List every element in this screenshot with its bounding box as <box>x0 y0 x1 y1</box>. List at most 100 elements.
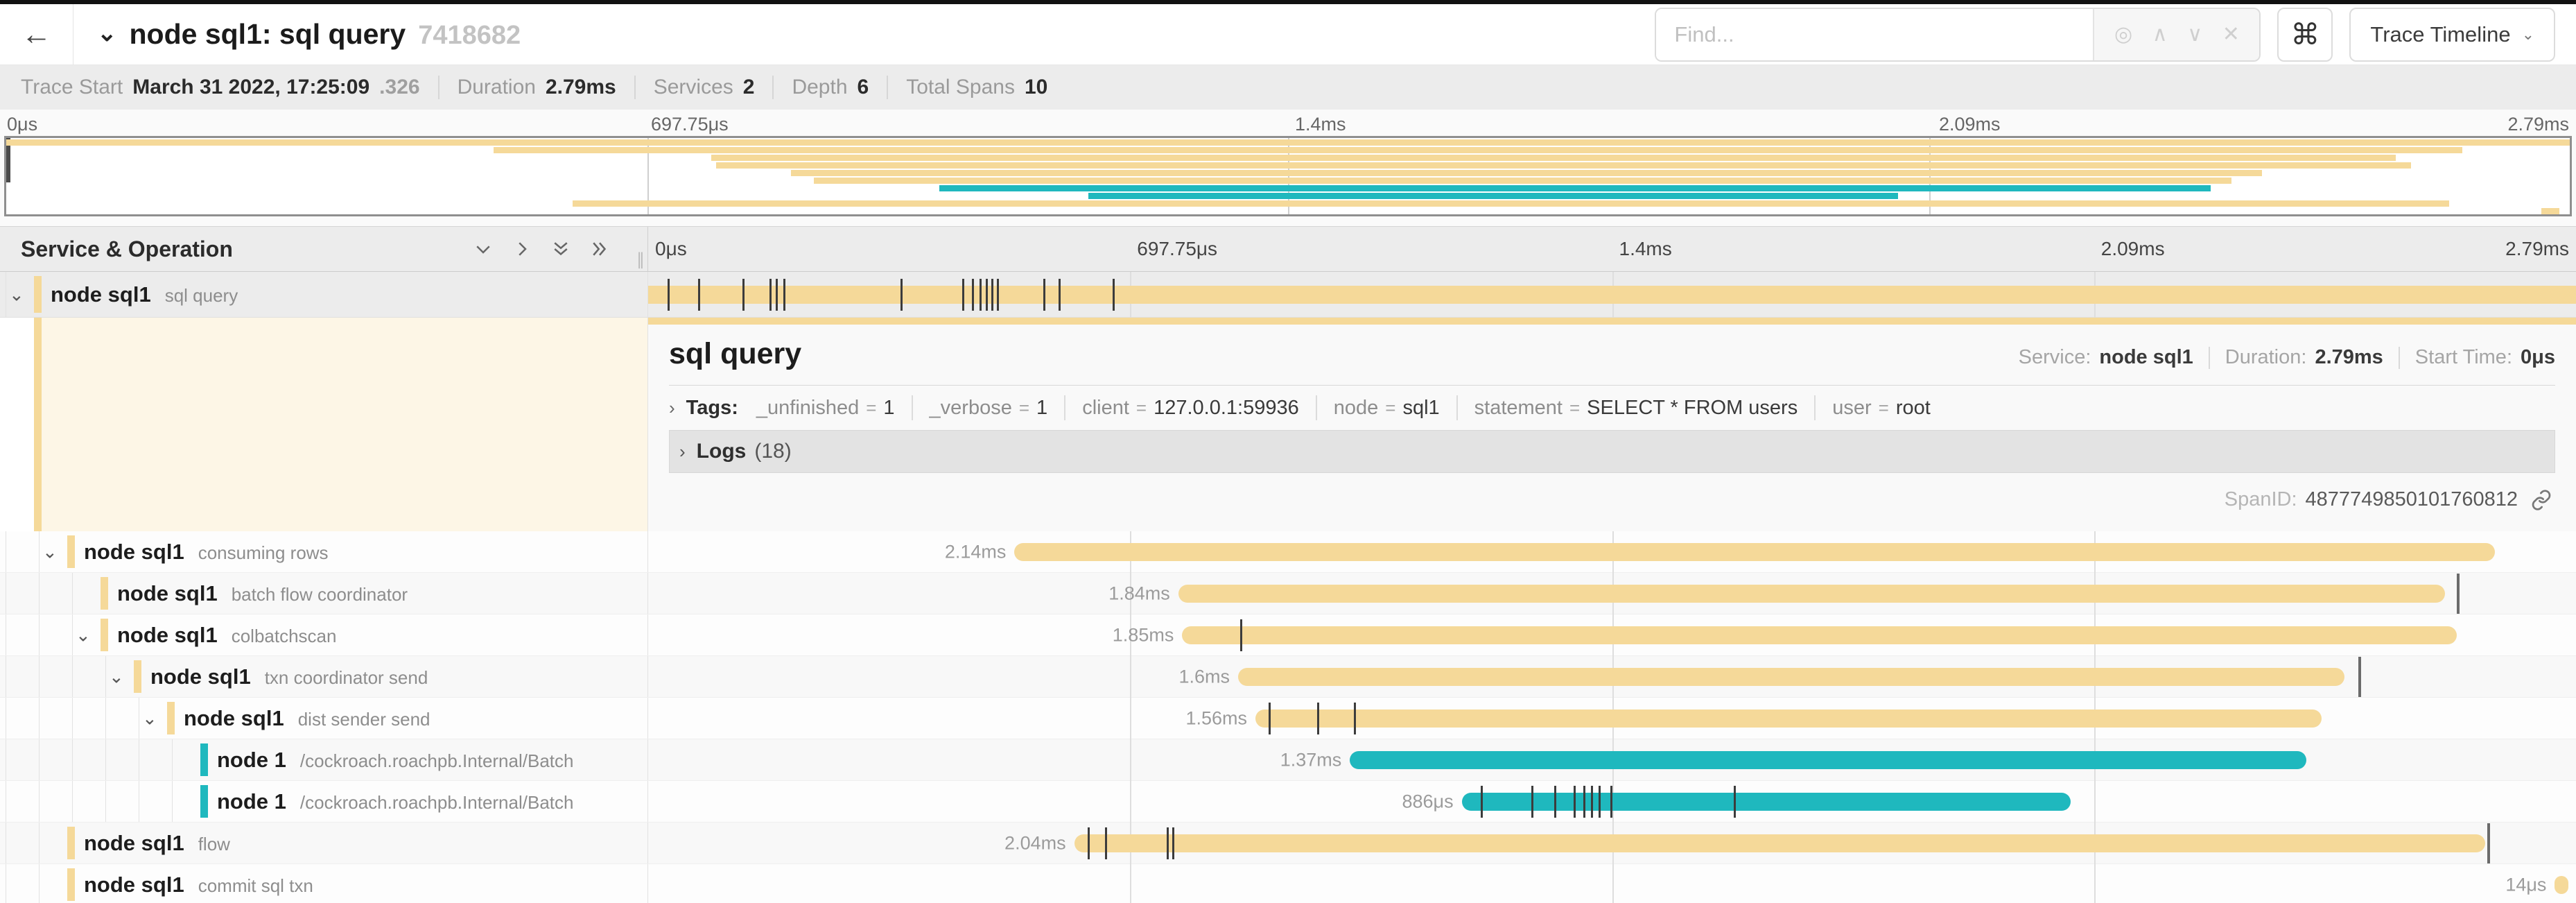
log-tick-mark <box>668 279 670 311</box>
log-tick-mark <box>1317 703 1319 734</box>
span-bar[interactable] <box>1178 585 2445 603</box>
span-row-name-cell[interactable]: ⌄node sql1sql query <box>0 272 648 317</box>
span-row-timeline-cell[interactable]: 1.56ms <box>648 698 2576 739</box>
service-name: node sql1batch flow coordinator <box>117 581 408 606</box>
span-bar[interactable] <box>2555 876 2568 894</box>
tag-equals: = <box>1569 397 1580 419</box>
find-input[interactable] <box>1656 9 2093 60</box>
span-bar[interactable] <box>1074 834 2486 852</box>
logs-label: Logs <box>697 440 747 463</box>
tree-indent-guide <box>72 698 73 739</box>
timeline-minimap: 0μs697.75μs1.4ms2.09ms2.79ms <box>0 110 2576 226</box>
find-target-icon[interactable]: ◎ <box>2114 22 2132 46</box>
minimap-span-bar <box>716 162 2410 169</box>
span-row-name-cell[interactable]: node sql1batch flow coordinator <box>0 573 648 614</box>
collapse-one-icon[interactable] <box>473 239 494 259</box>
info-label: Duration <box>458 76 536 99</box>
span-row-name-cell[interactable]: ⌄node sql1colbatchscan <box>0 614 648 655</box>
span-row-timeline-cell[interactable]: 1.84ms <box>648 573 2576 614</box>
span-table-header: Service & Operation ∥ 0μs697.75μs1.4ms2.… <box>0 226 2576 272</box>
trace-view-selector[interactable]: Trace Timeline ⌄ <box>2349 8 2555 62</box>
span-bar[interactable] <box>1238 668 2344 686</box>
expand-all-icon[interactable] <box>589 239 610 259</box>
span-row-name-cell[interactable]: node 1/cockroach.roachpb.Internal/Batch <box>0 781 648 822</box>
span-bar[interactable] <box>1462 793 2071 811</box>
minimap-canvas[interactable] <box>4 136 2572 216</box>
span-row[interactable]: ⌄node sql1sql query <box>0 272 2576 318</box>
span-end-tick <box>2457 574 2460 614</box>
span-id-label: SpanID: <box>2225 488 2297 511</box>
span-row-name-cell[interactable]: node sql1flow <box>0 823 648 863</box>
span-row[interactable]: node sql1commit sql txn14μs <box>0 864 2576 903</box>
tags-row[interactable]: ›Tags:_unfinished=1_verbose=1client=127.… <box>669 386 2555 430</box>
meta-label: Start Time: <box>2415 346 2512 369</box>
span-bar[interactable] <box>1350 751 2306 769</box>
row-collapse-icon[interactable]: ⌄ <box>76 624 91 646</box>
meta-separator <box>2399 347 2400 369</box>
tree-indent-guide <box>105 656 106 697</box>
span-row-name-cell[interactable]: ⌄node sql1dist sender send <box>0 698 648 739</box>
span-row[interactable]: ⌄node sql1dist sender send1.56ms <box>0 698 2576 739</box>
operation-name: /cockroach.roachpb.Internal/Batch <box>300 750 574 771</box>
span-row-name-cell[interactable]: node 1/cockroach.roachpb.Internal/Batch <box>0 739 648 780</box>
row-collapse-icon[interactable]: ⌄ <box>109 666 124 687</box>
row-collapse-icon[interactable]: ⌄ <box>42 541 58 562</box>
find-clear-icon[interactable]: ✕ <box>2222 22 2240 46</box>
span-bar[interactable] <box>648 286 2576 304</box>
span-row[interactable]: node sql1flow2.04ms <box>0 823 2576 864</box>
minimap-span-bar <box>939 185 2211 191</box>
minimap-tick-labels: 0μs697.75μs1.4ms2.09ms2.79ms <box>0 110 2576 136</box>
tag-value: 1 <box>1036 397 1047 420</box>
log-tick-mark <box>1113 279 1115 311</box>
span-row-timeline-cell[interactable]: 2.04ms <box>648 823 2576 863</box>
find-next-icon[interactable]: ∨ <box>2187 22 2202 46</box>
logs-accordion[interactable]: › Logs (18) <box>669 430 2555 473</box>
info-value: 10 <box>1025 76 1047 99</box>
span-row-timeline-cell[interactable]: 886μs <box>648 781 2576 822</box>
tag-value: 1 <box>883 397 894 420</box>
back-button[interactable]: ← <box>0 4 73 64</box>
collapse-all-icon[interactable] <box>550 239 571 259</box>
span-duration-label: 886μs <box>1402 791 1453 812</box>
span-bar[interactable] <box>1255 710 2322 728</box>
span-row-name-cell[interactable]: ⌄node sql1txn coordinator send <box>0 656 648 697</box>
tree-indent-guide <box>39 614 40 655</box>
span-row-timeline-cell[interactable] <box>648 272 2576 317</box>
copy-link-icon[interactable] <box>2530 489 2552 511</box>
span-row[interactable]: node sql1batch flow coordinator 1.84ms <box>0 573 2576 614</box>
span-row-timeline-cell[interactable]: 1.85ms <box>648 614 2576 655</box>
collapse-trace-icon[interactable]: ⌄ <box>97 19 117 47</box>
log-tick-mark <box>783 279 785 311</box>
span-id-row: SpanID: 4877749850101760812 <box>669 488 2555 511</box>
span-row[interactable]: ⌄node sql1consuming rows2.14ms <box>0 531 2576 573</box>
span-row[interactable]: node 1/cockroach.roachpb.Internal/Batch 8… <box>0 781 2576 823</box>
tree-indent-guide <box>39 739 40 780</box>
tree-indent-guide <box>172 781 173 822</box>
expand-one-icon[interactable] <box>512 239 532 259</box>
operation-name: /cockroach.roachpb.Internal/Batch <box>300 792 574 813</box>
row-collapse-icon[interactable]: ⌄ <box>9 284 24 305</box>
find-prev-icon[interactable]: ∧ <box>2152 22 2168 46</box>
keyboard-shortcuts-button[interactable]: ⌘ <box>2277 8 2333 62</box>
operation-name: flow <box>198 834 230 854</box>
span-duration-label: 1.6ms <box>1178 666 1230 687</box>
span-row-name-cell[interactable]: ⌄node sql1consuming rows <box>0 531 648 572</box>
log-tick-mark <box>1354 703 1356 734</box>
tag-key: client <box>1082 397 1129 420</box>
column-resize-handle[interactable]: ∥ <box>636 250 646 270</box>
tags-expander-icon[interactable]: › <box>669 397 675 419</box>
span-row[interactable]: ⌄node sql1txn coordinator send 1.6ms <box>0 656 2576 698</box>
span-row-timeline-cell[interactable]: 14μs <box>648 864 2576 903</box>
span-row-name-cell[interactable]: node sql1commit sql txn <box>0 864 648 903</box>
span-row-timeline-cell[interactable]: 2.14ms <box>648 531 2576 572</box>
span-row[interactable]: ⌄node sql1colbatchscan1.85ms <box>0 614 2576 656</box>
span-bar[interactable] <box>1014 543 2495 561</box>
span-row[interactable]: node 1/cockroach.roachpb.Internal/Batch1… <box>0 739 2576 781</box>
row-collapse-icon[interactable]: ⌄ <box>142 707 157 729</box>
minimap-tick-label: 2.79ms <box>2507 114 2569 135</box>
log-tick-mark <box>1240 619 1242 651</box>
span-bar[interactable] <box>1182 626 2456 644</box>
span-row-timeline-cell[interactable]: 1.6ms <box>648 656 2576 697</box>
span-row-timeline-cell[interactable]: 1.37ms <box>648 739 2576 780</box>
service-color-bar <box>101 619 108 651</box>
